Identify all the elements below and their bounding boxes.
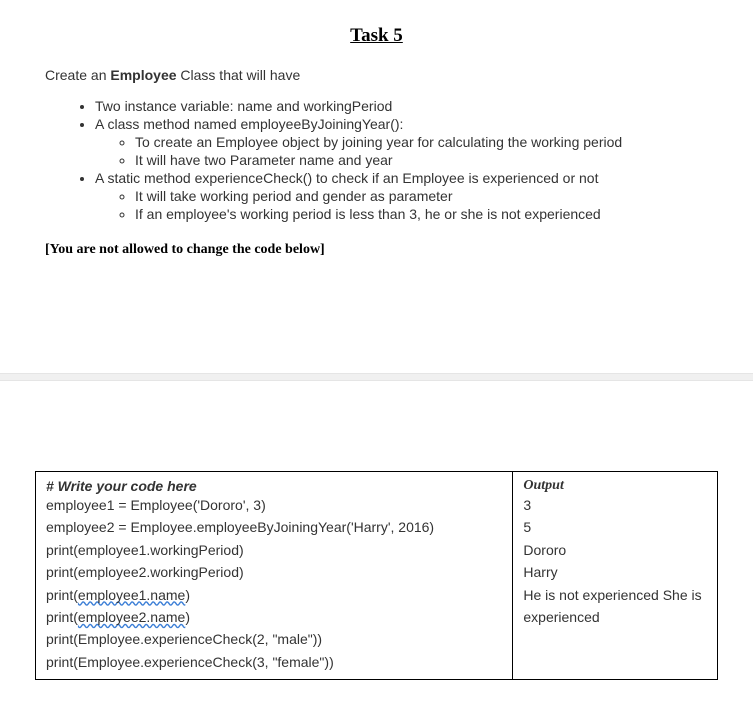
spellcheck-squiggle: employee2.name (78, 609, 185, 625)
sub-bullet-item: If an employee's working period is less … (135, 206, 718, 222)
bullet-item: A static method experienceCheck() to che… (95, 170, 718, 222)
intro-line: Create an Employee Class that will have (45, 67, 708, 83)
spellcheck-squiggle: employee1.name (78, 587, 185, 603)
sub-bullet-list: It will take working period and gender a… (135, 188, 718, 222)
output-line: 3 (523, 494, 707, 516)
sub-bullet-item: To create an Employee object by joining … (135, 134, 718, 150)
intro-bold: Employee (110, 67, 176, 83)
bullet-text: A static method experienceCheck() to che… (95, 170, 598, 186)
output-cell: Output 3 5 Dororo Harry He is not experi… (513, 472, 718, 680)
code-line: print(Employee.experienceCheck(3, "femal… (46, 651, 502, 673)
bullet-item: A class method named employeeByJoiningYe… (95, 116, 718, 168)
bullet-list: Two instance variable: name and workingP… (95, 98, 718, 222)
intro-prefix: Create an (45, 67, 110, 83)
code-line: print(employee2.workingPeriod) (46, 561, 502, 583)
code-line: print(employee1.name) (46, 584, 502, 606)
sub-bullet-list: To create an Employee object by joining … (135, 134, 718, 168)
code-line: employee2 = Employee.employeeByJoiningYe… (46, 516, 502, 561)
output-line: He is not experienced She is experienced (523, 584, 707, 629)
code-line: print(Employee.experienceCheck(2, "male"… (46, 628, 502, 650)
page-divider (0, 373, 753, 381)
code-output-section: # Write your code here employee1 = Emplo… (0, 471, 753, 680)
bullet-text: A class method named employeeByJoiningYe… (95, 116, 403, 132)
output-line: Harry (523, 561, 707, 583)
code-line: print(employee2.name) (46, 606, 502, 628)
sub-bullet-item: It will have two Parameter name and year (135, 152, 718, 168)
intro-suffix: Class that will have (177, 67, 301, 83)
document-body: Task 5 Create an Employee Class that wil… (0, 0, 753, 293)
output-heading: Output (523, 478, 707, 494)
code-output-table: # Write your code here employee1 = Emplo… (35, 471, 718, 680)
code-cell: # Write your code here employee1 = Emplo… (36, 472, 513, 680)
task-title: Task 5 (35, 25, 718, 47)
output-line: 5 (523, 516, 707, 538)
sub-bullet-item: It will take working period and gender a… (135, 188, 718, 204)
bullet-item: Two instance variable: name and workingP… (95, 98, 718, 114)
code-line: employee1 = Employee('Dororo', 3) (46, 494, 502, 516)
output-line: Dororo (523, 539, 707, 561)
restriction-note: [You are not allowed to change the code … (45, 242, 708, 258)
code-heading: # Write your code here (46, 478, 502, 494)
